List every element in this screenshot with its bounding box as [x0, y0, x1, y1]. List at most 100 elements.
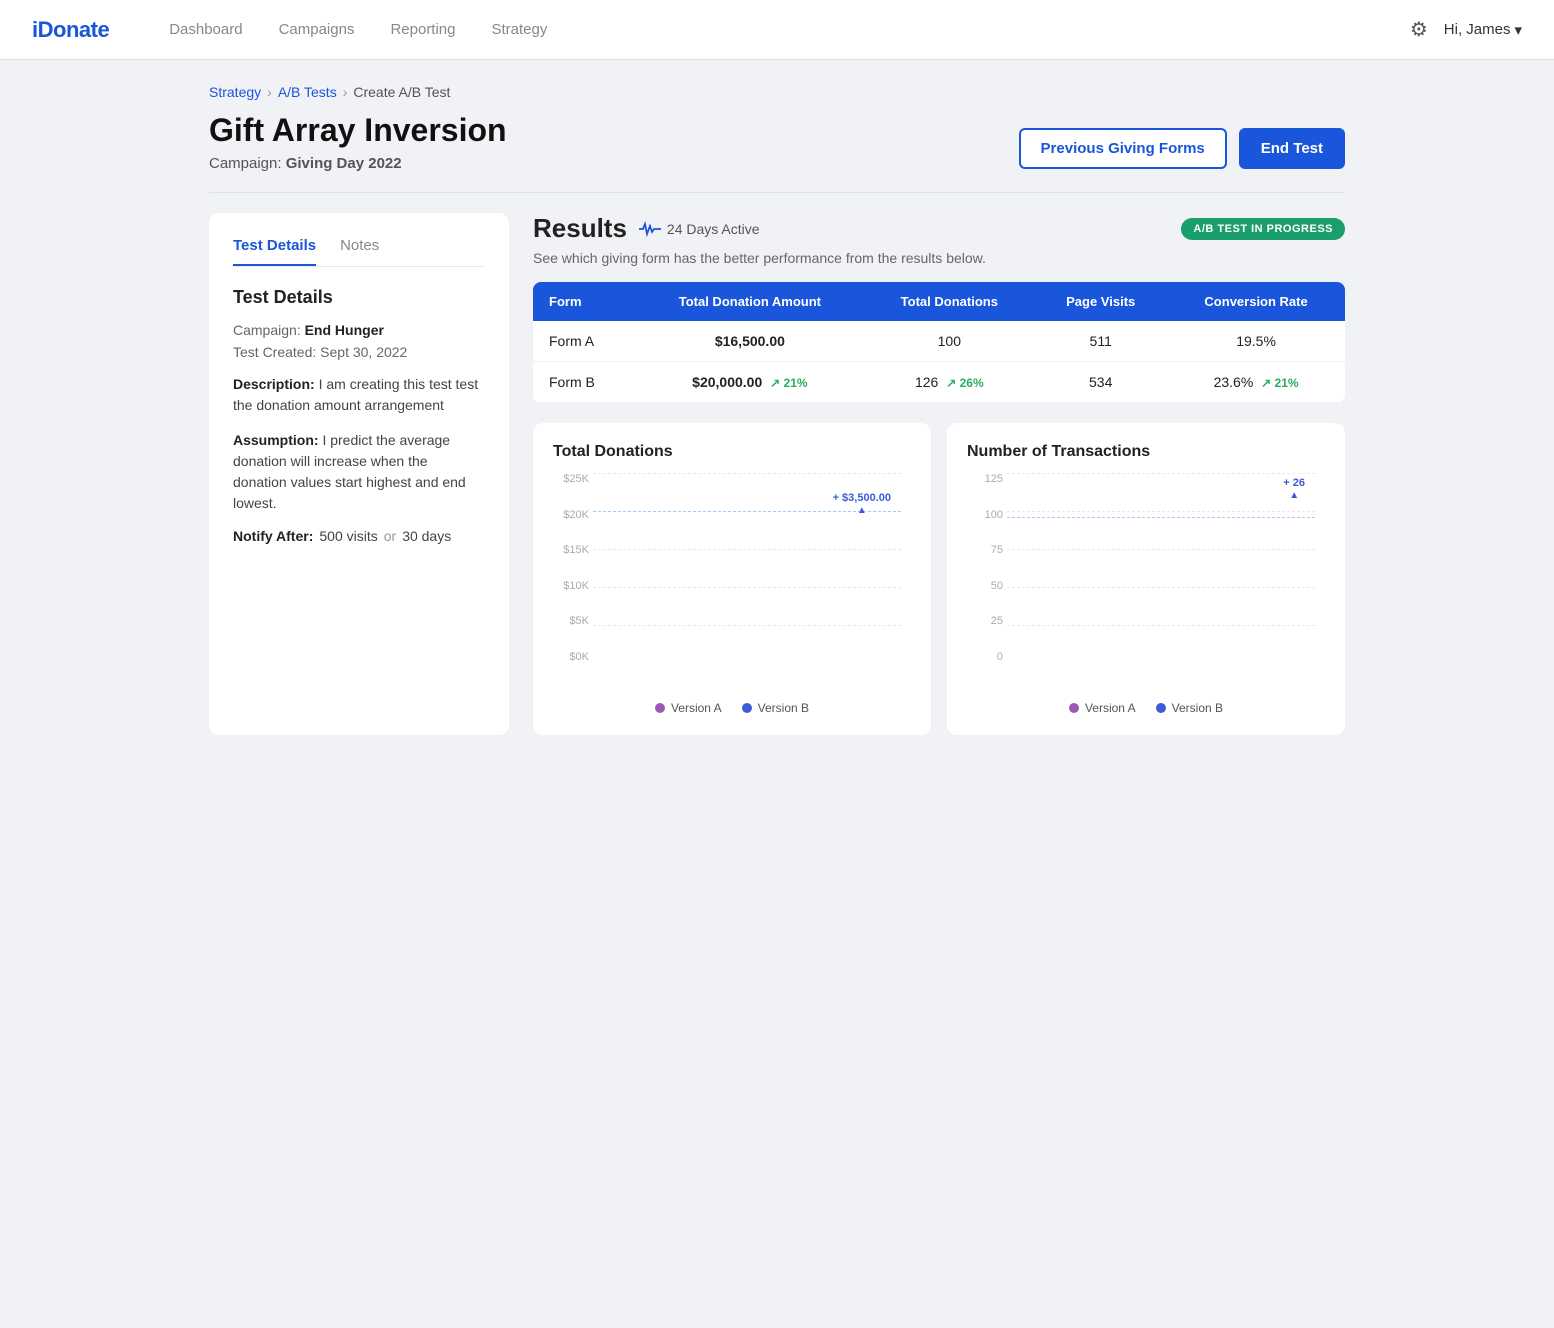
results-active-indicator: 24 Days Active	[639, 221, 760, 237]
form-b-amount-delta: ↗ 21%	[770, 376, 807, 390]
status-badge: A/B TEST IN PROGRESS	[1181, 218, 1345, 240]
col-amount: Total Donation Amount	[635, 282, 864, 321]
form-a-amount: $16,500.00	[635, 321, 864, 362]
donations-chart-title: Total Donations	[553, 443, 911, 461]
test-details-sidebar: Test Details Notes Test Details Campaign…	[209, 213, 509, 735]
transactions-bars-wrapper	[1007, 473, 1315, 663]
breadcrumb-sep-2: ›	[343, 84, 348, 100]
y-label-2: $20K	[553, 509, 593, 521]
ty-label-4: 50	[967, 580, 1007, 592]
donations-bars-wrapper	[593, 473, 901, 663]
ty-label-5: 25	[967, 615, 1007, 627]
activity-icon	[639, 221, 661, 237]
donations-chart-inner: $25K $20K $15K $10K $5K $0K	[553, 473, 911, 693]
form-a-conversion: 19.5%	[1167, 321, 1345, 362]
notify-row: Notify After: 500 visits or 30 days	[233, 528, 485, 544]
transactions-chart-inner: 125 100 75 50 25 0	[967, 473, 1325, 693]
form-b-amount: $20,000.00 ↗ 21%	[635, 362, 864, 403]
breadcrumb-sep-1: ›	[267, 84, 272, 100]
sidebar-tabs: Test Details Notes	[233, 237, 485, 267]
donations-chart-legend: Version A Version B	[553, 701, 911, 715]
total-donations-chart: Total Donations $25K $20K $15K $10K $5K …	[533, 423, 931, 735]
form-b-donations-delta: ↗ 26%	[946, 376, 983, 390]
assumption-block: Assumption: I predict the average donati…	[233, 430, 485, 514]
ty-label-1: 125	[967, 473, 1007, 485]
tab-notes[interactable]: Notes	[340, 237, 379, 266]
results-subtitle: See which giving form has the better per…	[533, 250, 1345, 266]
app-logo[interactable]: iDonate	[32, 17, 109, 43]
user-menu[interactable]: Hi, James ▾	[1444, 21, 1522, 39]
page-title-area: Gift Array Inversion Campaign: Giving Da…	[209, 112, 507, 172]
col-donations: Total Donations	[864, 282, 1034, 321]
col-visits: Page Visits	[1034, 282, 1167, 321]
form-b-conversion-delta: ↗ 21%	[1261, 376, 1298, 390]
form-b-name: Form B	[533, 362, 635, 403]
gear-icon[interactable]: ⚙	[1410, 17, 1428, 42]
t-legend-b: Version B	[1156, 701, 1223, 715]
table-row-form-a: Form A $16,500.00 100 511 19.5%	[533, 321, 1345, 362]
page-content: Strategy › A/B Tests › Create A/B Test G…	[177, 60, 1377, 759]
y-label-5: $5K	[553, 615, 593, 627]
end-test-button[interactable]: End Test	[1239, 128, 1345, 169]
col-form: Form	[533, 282, 635, 321]
legend-dot-a	[655, 703, 665, 713]
user-greeting: Hi, James	[1444, 21, 1511, 38]
ty-label-2: 100	[967, 509, 1007, 521]
transactions-chart-title: Number of Transactions	[967, 443, 1325, 461]
breadcrumb-ab-tests[interactable]: A/B Tests	[278, 84, 337, 100]
results-title: Results	[533, 213, 627, 244]
breadcrumb-strategy[interactable]: Strategy	[209, 84, 261, 100]
t-legend-a: Version A	[1069, 701, 1136, 715]
nav-dashboard[interactable]: Dashboard	[169, 21, 242, 38]
main-panel: Test Details Notes Test Details Campaign…	[209, 213, 1345, 735]
transactions-chart: Number of Transactions 125 100 75 50 25 …	[947, 423, 1345, 735]
logo-donate: Donate	[38, 17, 110, 42]
transactions-chart-legend: Version A Version B	[967, 701, 1325, 715]
t-legend-dot-a	[1069, 703, 1079, 713]
form-a-visits: 511	[1034, 321, 1167, 362]
ty-label-6: 0	[967, 651, 1007, 663]
form-b-donations: 126 ↗ 26%	[864, 362, 1034, 403]
results-table: Form Total Donation Amount Total Donatio…	[533, 282, 1345, 403]
nav-campaigns[interactable]: Campaigns	[279, 21, 355, 38]
form-a-donations: 100	[864, 321, 1034, 362]
transactions-y-axis: 125 100 75 50 25 0	[967, 473, 1007, 663]
navbar: iDonate Dashboard Campaigns Reporting St…	[0, 0, 1554, 60]
legend-b: Version B	[742, 701, 809, 715]
transactions-bars-area: + 26 ▲	[1007, 473, 1315, 663]
previous-giving-forms-button[interactable]: Previous Giving Forms	[1019, 128, 1227, 169]
nav-reporting[interactable]: Reporting	[390, 21, 455, 38]
y-label-4: $10K	[553, 580, 593, 592]
t-legend-dot-b	[1156, 703, 1166, 713]
test-created-row: Test Created: Sept 30, 2022	[233, 344, 485, 360]
form-b-conversion: 23.6% ↗ 21%	[1167, 362, 1345, 403]
page-campaign: Campaign: Giving Day 2022	[209, 155, 507, 172]
chevron-down-icon: ▾	[1514, 21, 1522, 39]
ty-label-3: 75	[967, 544, 1007, 556]
campaign-row: Campaign: End Hunger	[233, 322, 485, 338]
y-label-6: $0K	[553, 651, 593, 663]
form-b-visits: 534	[1034, 362, 1167, 403]
donations-bars-area: + $3,500.00 ▲	[593, 473, 901, 663]
nav-links: Dashboard Campaigns Reporting Strategy	[169, 21, 1410, 38]
nav-strategy[interactable]: Strategy	[492, 21, 548, 38]
page-title: Gift Array Inversion	[209, 112, 507, 149]
description-block: Description: I am creating this test tes…	[233, 374, 485, 416]
y-label-3: $15K	[553, 544, 593, 556]
y-label-1: $25K	[553, 473, 593, 485]
charts-row: Total Donations $25K $20K $15K $10K $5K …	[533, 423, 1345, 735]
nav-right: ⚙ Hi, James ▾	[1410, 17, 1522, 42]
legend-a: Version A	[655, 701, 722, 715]
results-header: Results 24 Days Active A/B TEST IN PROGR…	[533, 213, 1345, 244]
donations-y-axis: $25K $20K $15K $10K $5K $0K	[553, 473, 593, 663]
breadcrumb: Strategy › A/B Tests › Create A/B Test	[209, 84, 1345, 100]
form-a-name: Form A	[533, 321, 635, 362]
section-divider	[209, 192, 1345, 193]
sidebar-section-title: Test Details	[233, 287, 485, 308]
col-conversion: Conversion Rate	[1167, 282, 1345, 321]
header-actions: Previous Giving Forms End Test	[1019, 128, 1345, 169]
tab-test-details[interactable]: Test Details	[233, 237, 316, 266]
results-panel: Results 24 Days Active A/B TEST IN PROGR…	[533, 213, 1345, 735]
results-title-row: Results 24 Days Active	[533, 213, 760, 244]
table-row-form-b: Form B $20,000.00 ↗ 21% 126 ↗ 26% 534 23…	[533, 362, 1345, 403]
